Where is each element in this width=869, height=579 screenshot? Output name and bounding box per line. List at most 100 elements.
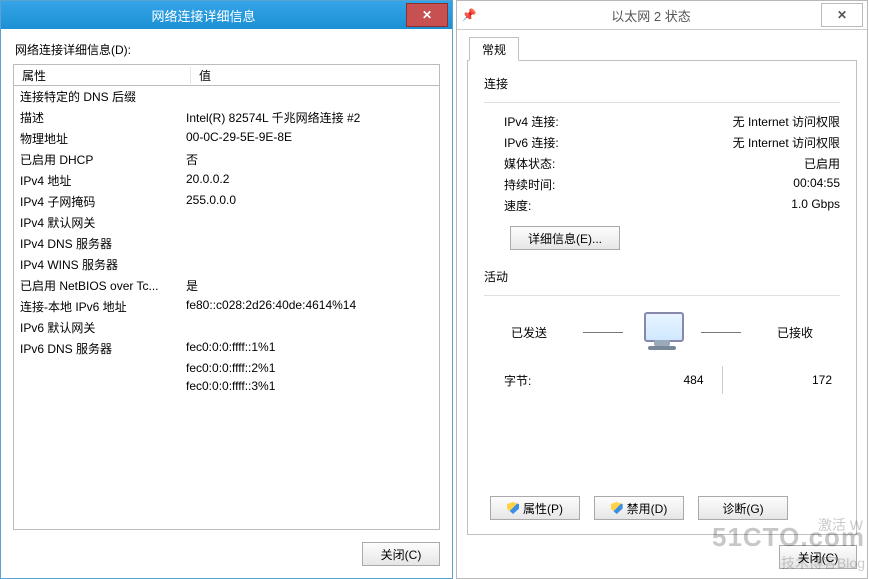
diagnose-label: 诊断(G) bbox=[722, 500, 763, 517]
sent-label: 已发送 bbox=[489, 324, 569, 341]
property-value: 是 bbox=[180, 277, 439, 294]
computer-icon bbox=[637, 312, 687, 352]
connection-value: 已启用 bbox=[804, 155, 840, 172]
connection-row: IPv4 连接:无 Internet 访问权限 bbox=[484, 111, 840, 132]
property-row[interactable]: 已启用 DHCP否 bbox=[14, 149, 439, 170]
close-dialog-button[interactable]: 关闭(C) bbox=[362, 542, 440, 566]
ethernet-status-window: 📌 以太网 2 状态 ✕ 常规 连接 IPv4 连接:无 Internet 访问… bbox=[456, 0, 868, 579]
property-value bbox=[180, 88, 439, 105]
bytes-row: 字节: 484 172 bbox=[484, 364, 840, 396]
close-icon: ✕ bbox=[837, 8, 847, 22]
connection-row: IPv6 连接: 无 Internet 访问权限 bbox=[484, 132, 840, 153]
property-header: 属性 值 bbox=[13, 64, 440, 86]
window-title: 以太网 2 状态 bbox=[481, 6, 821, 25]
property-name: 连接-本地 IPv6 地址 bbox=[14, 298, 180, 315]
property-row[interactable]: 连接特定的 DNS 后缀 bbox=[14, 86, 439, 107]
disable-button[interactable]: 禁用(D) bbox=[594, 496, 684, 520]
dash-icon bbox=[701, 332, 741, 333]
connection-row: 持续时间: 00:04:55 bbox=[484, 174, 840, 195]
close-icon: ✕ bbox=[422, 8, 432, 22]
client-area: 网络连接详细信息(D): 属性 值 连接特定的 DNS 后缀描述Intel(R)… bbox=[1, 29, 452, 578]
separator bbox=[484, 102, 840, 103]
property-row[interactable]: IPv4 地址20.0.0.2 bbox=[14, 170, 439, 191]
connection-value: 1.0 Gbps bbox=[791, 197, 840, 214]
property-name: IPv6 默认网关 bbox=[14, 319, 180, 336]
diagnose-button[interactable]: 诊断(G) bbox=[698, 496, 788, 520]
property-name: 已启用 DHCP bbox=[14, 151, 180, 168]
property-name: 已启用 NetBIOS over Tc... bbox=[14, 277, 180, 294]
property-row[interactable]: 连接-本地 IPv6 地址fe80::c028:2d26:40de:4614%1… bbox=[14, 296, 439, 317]
bytes-label: 字节: bbox=[504, 372, 604, 389]
properties-button[interactable]: 属性(P) bbox=[490, 496, 580, 520]
property-value: fec0:0:0:ffff::2%1 bbox=[180, 361, 439, 375]
connection-key: 持续时间: bbox=[504, 176, 555, 193]
property-value: 00-0C-29-5E-9E-8E bbox=[180, 130, 439, 147]
property-row[interactable]: 已启用 NetBIOS over Tc...是 bbox=[14, 275, 439, 296]
property-name: 描述 bbox=[14, 109, 180, 126]
property-row[interactable]: IPv4 默认网关 bbox=[14, 212, 439, 233]
property-value: fec0:0:0:ffff::3%1 bbox=[180, 379, 439, 393]
property-value bbox=[180, 256, 439, 273]
bottom-bar: 关闭(C) bbox=[467, 535, 857, 569]
sent-bytes: 484 bbox=[604, 373, 712, 387]
property-value: fe80::c028:2d26:40de:4614%14 bbox=[180, 298, 439, 315]
titlebar[interactable]: 📌 以太网 2 状态 ✕ bbox=[457, 1, 867, 30]
close-button[interactable]: ✕ bbox=[821, 3, 863, 27]
property-row[interactable]: IPv4 DNS 服务器 bbox=[14, 233, 439, 254]
activity-group: 活动 已发送 已接收 字节: 484 172 bbox=[484, 268, 840, 470]
connection-key: 速度: bbox=[504, 197, 531, 214]
titlebar[interactable]: 网络连接详细信息 ✕ bbox=[1, 1, 452, 29]
recv-label: 已接收 bbox=[755, 324, 835, 341]
property-name: 物理地址 bbox=[14, 130, 180, 147]
property-row[interactable]: IPv6 默认网关 bbox=[14, 317, 439, 338]
activity-visual: 已发送 已接收 bbox=[484, 312, 840, 352]
property-name: IPv4 地址 bbox=[14, 172, 180, 189]
client-area: 常规 连接 IPv4 连接:无 Internet 访问权限 IPv6 连接: 无 I… bbox=[457, 30, 867, 579]
connection-group: 连接 IPv4 连接:无 Internet 访问权限 IPv6 连接: 无 Inte… bbox=[484, 75, 840, 250]
activity-title: 活动 bbox=[484, 268, 840, 285]
network-details-window: 网络连接详细信息 ✕ 网络连接详细信息(D): 属性 值 连接特定的 DNS 后… bbox=[0, 0, 453, 579]
connection-title: 连接 bbox=[484, 75, 840, 92]
properties-label: 属性(P) bbox=[523, 500, 563, 517]
property-value bbox=[180, 214, 439, 231]
property-row[interactable]: 物理地址00-0C-29-5E-9E-8E bbox=[14, 128, 439, 149]
property-row[interactable]: IPv4 WINS 服务器 bbox=[14, 254, 439, 275]
bottom-bar: 关闭(C) bbox=[13, 530, 440, 566]
property-name: IPv4 DNS 服务器 bbox=[14, 235, 180, 252]
button-row: 属性(P) 禁用(D) 诊断(G) bbox=[484, 488, 840, 520]
property-value: 否 bbox=[180, 151, 439, 168]
list-label: 网络连接详细信息(D): bbox=[15, 41, 440, 58]
property-name: IPv4 默认网关 bbox=[14, 214, 180, 231]
property-row[interactable]: 描述Intel(R) 82574L 千兆网络连接 #2 bbox=[14, 107, 439, 128]
property-value: 255.0.0.0 bbox=[180, 193, 439, 210]
window-title: 网络连接详细信息 bbox=[1, 6, 406, 25]
divider bbox=[722, 366, 723, 394]
header-property[interactable]: 属性 bbox=[14, 67, 191, 84]
connection-key: IPv6 连接: bbox=[504, 134, 559, 151]
connection-key: 媒体状态: bbox=[504, 155, 555, 172]
connection-row: 媒体状态: 已启用 bbox=[484, 153, 840, 174]
property-value bbox=[180, 235, 439, 252]
connection-value: 无 Internet 访问权限 bbox=[733, 134, 840, 151]
property-row[interactable]: fec0:0:0:ffff::3%1 bbox=[14, 377, 439, 395]
property-name: IPv4 子网掩码 bbox=[14, 193, 180, 210]
property-row[interactable]: IPv6 DNS 服务器fec0:0:0:ffff::1%1 bbox=[14, 338, 439, 359]
property-value: Intel(R) 82574L 千兆网络连接 #2 bbox=[180, 109, 439, 126]
dash-icon bbox=[583, 332, 623, 333]
tab-general[interactable]: 常规 bbox=[469, 37, 519, 61]
property-name: 连接特定的 DNS 后缀 bbox=[14, 88, 180, 105]
tab-strip: 常规 bbox=[467, 36, 857, 61]
property-value: fec0:0:0:ffff::1%1 bbox=[180, 340, 439, 357]
property-row[interactable]: fec0:0:0:ffff::2%1 bbox=[14, 359, 439, 377]
property-row[interactable]: IPv4 子网掩码255.0.0.0 bbox=[14, 191, 439, 212]
property-name bbox=[14, 361, 180, 375]
details-button[interactable]: 详细信息(E)... bbox=[510, 226, 620, 250]
property-list[interactable]: 连接特定的 DNS 后缀描述Intel(R) 82574L 千兆网络连接 #2物… bbox=[13, 86, 440, 530]
shield-icon bbox=[507, 502, 519, 514]
tab-body: 连接 IPv4 连接:无 Internet 访问权限 IPv6 连接: 无 Inte… bbox=[467, 61, 857, 535]
header-value[interactable]: 值 bbox=[191, 67, 219, 84]
close-button[interactable]: ✕ bbox=[406, 3, 448, 27]
close-dialog-button[interactable]: 关闭(C) bbox=[779, 545, 857, 569]
connection-value: 00:04:55 bbox=[793, 176, 840, 193]
connection-value: 无 Internet 访问权限 bbox=[733, 113, 840, 130]
